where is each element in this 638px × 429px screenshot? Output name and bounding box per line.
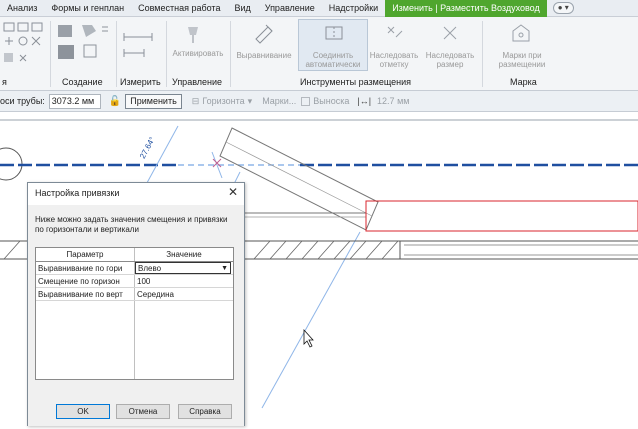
dialog-title: Настройка привязки <box>35 188 120 198</box>
modify-tools-icon[interactable] <box>2 21 46 73</box>
align-button[interactable]: Выравнивание <box>232 51 296 60</box>
apply-button[interactable]: Применить <box>125 93 182 109</box>
column-header-parameter: Параметр <box>66 250 104 259</box>
leader-length-icon: |↔| <box>357 96 372 106</box>
alignment-settings-dialog: Настройка привязки ✕ Ниже можно задать з… <box>27 182 245 426</box>
align-icon[interactable] <box>252 21 276 47</box>
dialog-body: Ниже можно задать значения смещения и пр… <box>28 205 244 426</box>
auto-connect-icon[interactable] <box>322 21 346 47</box>
dialog-description: Ниже можно задать значения смещения и пр… <box>35 215 228 234</box>
tab-view[interactable]: Вид <box>227 0 257 17</box>
ok-button[interactable]: OK <box>56 404 110 419</box>
table-row[interactable]: Смещение по горизон 100 <box>36 276 233 288</box>
panel-label-create: Создание <box>62 77 103 87</box>
panel-label-manage: Управление <box>172 77 223 87</box>
leader-length-input[interactable]: 12.7 мм <box>377 96 409 106</box>
horizontal-offset-value[interactable]: 100 <box>137 276 231 288</box>
parameter-grid: Параметр Значение Выравнивание по гори В… <box>35 247 234 380</box>
chevron-down-icon: ▾ <box>247 95 253 106</box>
inherit-elevation-icon[interactable] <box>384 23 406 45</box>
tab-massing[interactable]: Формы и генплан <box>44 0 131 17</box>
tag-on-place-icon[interactable] <box>510 23 532 45</box>
panel-label-placement-tools: Инструменты размещения <box>300 77 412 87</box>
tab-analysis[interactable]: Анализ <box>0 0 44 17</box>
help-button[interactable]: Справка <box>178 404 232 419</box>
panel-label-marks: Марка <box>510 77 537 87</box>
row-parameter: Выравнивание по верт <box>38 290 123 299</box>
vertical-alignment-value[interactable]: Середина <box>137 289 231 301</box>
ribbon: я Создание Измерить Активировать Управле… <box>0 17 638 91</box>
leader-checkbox[interactable] <box>301 96 311 106</box>
tab-collaborate[interactable]: Совместная работа <box>131 0 227 17</box>
tab-manage[interactable]: Управление <box>258 0 322 17</box>
create-tools-icon[interactable] <box>54 21 112 73</box>
measure-icon[interactable] <box>120 23 160 63</box>
inherit-size-button[interactable]: Наследовать размер <box>422 51 478 69</box>
close-icon[interactable]: ✕ <box>228 185 238 199</box>
offset-input[interactable]: 3073.2 мм <box>48 93 101 109</box>
horizontal-justify-icon: ⊟ <box>191 95 200 106</box>
options-bar: оси трубы: 3073.2 мм 🔓 Применить ⊟ Гориз… <box>0 91 638 112</box>
row-parameter: Выравнивание по гори <box>38 264 123 273</box>
offset-label: оси трубы: <box>0 96 45 106</box>
inherit-size-icon[interactable] <box>440 23 462 45</box>
select-value: Влево <box>138 264 162 273</box>
leader-label: Выноска <box>313 96 350 106</box>
table-row[interactable]: Выравнивание по верт Середина <box>36 289 233 301</box>
auto-connect-button[interactable]: Соединить автоматически <box>300 51 366 69</box>
ribbon-tabs: Анализ Формы и генплан Совместная работа… <box>0 0 638 17</box>
horizontal-justify-select[interactable]: Горизонта <box>202 96 244 106</box>
chevron-down-icon[interactable]: ▼ <box>221 263 228 273</box>
grid-header: Параметр Значение <box>36 248 233 262</box>
row-parameter: Смещение по горизон <box>38 277 120 286</box>
ribbon-options-icon[interactable]: ● ▾ <box>552 2 574 14</box>
activate-button[interactable]: Активировать <box>168 49 228 58</box>
cancel-button[interactable]: Отмена <box>116 404 170 419</box>
inherit-elevation-button[interactable]: Наследовать отметку <box>364 51 424 69</box>
marks-button[interactable]: Марки... <box>262 96 296 106</box>
horizontal-alignment-select[interactable]: Влево ▼ <box>135 262 231 274</box>
tab-modify-place-duct[interactable]: Изменить | Разместить Воздуховод <box>385 0 547 17</box>
lock-icon[interactable]: 🔓 <box>109 96 121 107</box>
panel-label-partial: я <box>2 77 7 87</box>
column-header-value: Значение <box>166 250 202 259</box>
activate-icon[interactable] <box>182 23 204 47</box>
tab-addins[interactable]: Надстройки <box>322 0 385 17</box>
table-row[interactable]: Выравнивание по гори Влево ▼ <box>36 262 233 275</box>
tag-on-place-button[interactable]: Марки при размещении <box>492 51 552 69</box>
panel-label-measure: Измерить <box>120 77 161 87</box>
